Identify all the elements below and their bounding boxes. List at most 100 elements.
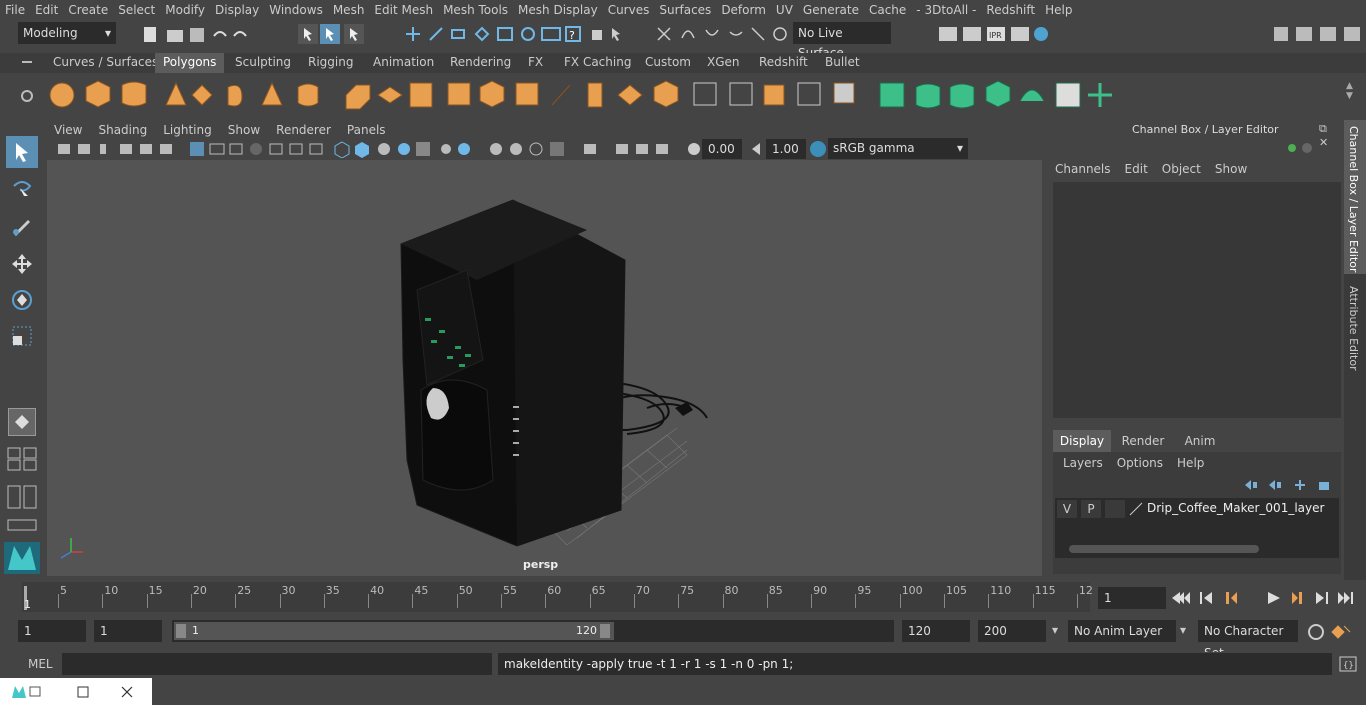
- shelf-menu-icon[interactable]: [22, 56, 32, 71]
- workspace-dropdown[interactable]: Modeling ▾: [18, 22, 116, 44]
- tab-xgen[interactable]: XGen: [699, 53, 748, 73]
- scene-end-field[interactable]: 200: [978, 620, 1046, 642]
- channel-list[interactable]: [1053, 182, 1341, 418]
- chevron-down-icon[interactable]: ▾: [1052, 623, 1058, 637]
- menu-create[interactable]: Create: [63, 0, 113, 20]
- menu-mesh-display[interactable]: Mesh Display: [513, 0, 603, 20]
- range-slider-handle[interactable]: 1 120: [174, 622, 614, 640]
- tab-redshift[interactable]: Redshift: [751, 53, 816, 73]
- exposure-icon[interactable]: [686, 141, 702, 157]
- tab-animation[interactable]: Animation: [365, 53, 442, 73]
- menu-layer-help[interactable]: Help: [1177, 456, 1204, 470]
- menu-help[interactable]: Help: [1040, 0, 1077, 20]
- close-icon[interactable]: ⧉ ✕: [1319, 122, 1339, 149]
- timeline-track[interactable]: 1 5 10 15 20 25 30 35 40 45 50 55 60 65 70 75 80 85 90 95 1…: [22, 582, 1093, 612]
- tab-rigging[interactable]: Rigging: [300, 53, 361, 73]
- menu-deform[interactable]: Deform: [716, 0, 771, 20]
- menu-modify[interactable]: Modify: [160, 0, 210, 20]
- menu-file[interactable]: File: [0, 0, 30, 20]
- rotate-tool-icon[interactable]: [8, 286, 36, 314]
- layout-quad-icon[interactable]: [6, 446, 38, 472]
- scene-start-field[interactable]: 1: [18, 620, 86, 642]
- shelf-scroll-icon[interactable]: ▲ ▼: [1346, 81, 1353, 101]
- layer-action-icons[interactable]: [1243, 478, 1335, 492]
- layer-visibility-toggle[interactable]: V: [1057, 500, 1077, 518]
- select-tool-icon[interactable]: [6, 136, 38, 168]
- character-set-dropdown[interactable]: No Character Set: [1198, 620, 1298, 660]
- anim-layer-dropdown[interactable]: No Anim Layer: [1068, 620, 1176, 642]
- panel-menu-lighting[interactable]: Lighting: [155, 123, 220, 137]
- time-slider[interactable]: 1 5 10 15 20 25 30 35 40 45 50 55 60 65 70 75 80 85 90 95 1…: [0, 580, 1366, 616]
- panel-menu-shading[interactable]: Shading: [90, 123, 155, 137]
- menu-cache[interactable]: Cache: [864, 0, 911, 20]
- lasso-tool-icon[interactable]: [8, 176, 36, 204]
- tab-sculpting[interactable]: Sculpting: [227, 53, 299, 73]
- panel-menu-show[interactable]: Show: [220, 123, 268, 137]
- layer-scrollbar[interactable]: [1069, 545, 1259, 553]
- menu-surfaces[interactable]: Surfaces: [654, 0, 716, 20]
- tab-anim[interactable]: Anim: [1175, 430, 1225, 452]
- current-frame-field[interactable]: 1: [1098, 587, 1166, 609]
- gamma-field[interactable]: 1.00: [766, 139, 806, 159]
- layer-name[interactable]: Drip_Coffee_Maker_001_layer: [1147, 501, 1324, 515]
- tab-custom[interactable]: Custom: [637, 53, 699, 73]
- paint-select-icon[interactable]: [8, 212, 36, 240]
- menu-edit-mesh[interactable]: Edit Mesh: [369, 0, 438, 20]
- panel-menu-view[interactable]: View: [46, 123, 90, 137]
- color-management-icon[interactable]: [809, 140, 827, 158]
- menu-windows[interactable]: Windows: [264, 0, 328, 20]
- tab-rendering[interactable]: Rendering: [442, 53, 519, 73]
- tab-render[interactable]: Render: [1111, 430, 1175, 452]
- component-mask-icons[interactable]: ?: [400, 22, 630, 46]
- menu-generate[interactable]: Generate: [798, 0, 864, 20]
- selection-mode-icons[interactable]: [296, 22, 366, 46]
- menu-mesh-tools[interactable]: Mesh Tools: [438, 0, 513, 20]
- menu-channel-show[interactable]: Show: [1215, 162, 1247, 176]
- menu-select[interactable]: Select: [113, 0, 160, 20]
- menu-curves[interactable]: Curves: [603, 0, 655, 20]
- tab-channel-box-vertical[interactable]: Channel Box / Layer Editor: [1344, 120, 1366, 274]
- gamma-icon[interactable]: [748, 141, 764, 157]
- tab-bullet[interactable]: Bullet: [817, 53, 868, 73]
- menu-redshift[interactable]: Redshift: [981, 0, 1040, 20]
- range-slider[interactable]: 1 120: [172, 620, 894, 642]
- snap-icons[interactable]: [652, 22, 792, 46]
- layout-two-pane-icon[interactable]: [6, 484, 38, 510]
- workspace-layout-icons[interactable]: [1270, 22, 1366, 46]
- tab-fx[interactable]: FX: [520, 53, 551, 73]
- live-surface-field[interactable]: No Live Surface: [793, 22, 891, 60]
- maximize-icon[interactable]: [76, 685, 90, 699]
- primitive-icons[interactable]: [46, 77, 346, 113]
- show-manipulator-icon[interactable]: [8, 408, 36, 436]
- menu-options[interactable]: Options: [1117, 456, 1163, 470]
- uv-tool-icons[interactable]: [876, 77, 1116, 113]
- playback-controls[interactable]: [1170, 587, 1360, 609]
- script-editor-icon[interactable]: {}: [1338, 655, 1358, 673]
- layer-playback-toggle[interactable]: P: [1081, 500, 1101, 518]
- anim-start-field[interactable]: 1: [94, 620, 162, 642]
- tab-display[interactable]: Display: [1053, 430, 1111, 452]
- panel-menu-panels[interactable]: Panels: [339, 123, 394, 137]
- close-icon[interactable]: [120, 685, 134, 699]
- modeling-tool-icons[interactable]: [340, 77, 860, 113]
- move-tool-icon[interactable]: [8, 250, 36, 278]
- tab-polygons[interactable]: Polygons: [155, 53, 225, 73]
- layer-row[interactable]: V P Drip_Coffee_Maker_001_layer: [1055, 500, 1339, 520]
- scale-tool-icon[interactable]: [8, 322, 36, 350]
- command-input[interactable]: [62, 653, 492, 675]
- render-icons[interactable]: IPR: [935, 22, 1055, 46]
- layout-single-icon[interactable]: [6, 518, 38, 532]
- anim-end-field[interactable]: 120: [902, 620, 970, 642]
- chevron-down-icon[interactable]: ▾: [1180, 623, 1186, 637]
- menu-channels[interactable]: Channels: [1055, 162, 1111, 176]
- menu-mesh[interactable]: Mesh: [328, 0, 370, 20]
- range-slider-end-handle[interactable]: [600, 624, 610, 638]
- menu-channel-edit[interactable]: Edit: [1125, 162, 1148, 176]
- tab-fx-caching[interactable]: FX Caching: [556, 53, 639, 73]
- tab-curves-surfaces[interactable]: Curves / Surfaces: [45, 53, 166, 73]
- panel-menu-renderer[interactable]: Renderer: [268, 123, 339, 137]
- gear-icon[interactable]: [20, 89, 34, 103]
- color-space-dropdown[interactable]: sRGB gamma ▾: [828, 138, 968, 159]
- menu-uv[interactable]: UV: [771, 0, 798, 20]
- layer-color-icon[interactable]: [1129, 502, 1143, 516]
